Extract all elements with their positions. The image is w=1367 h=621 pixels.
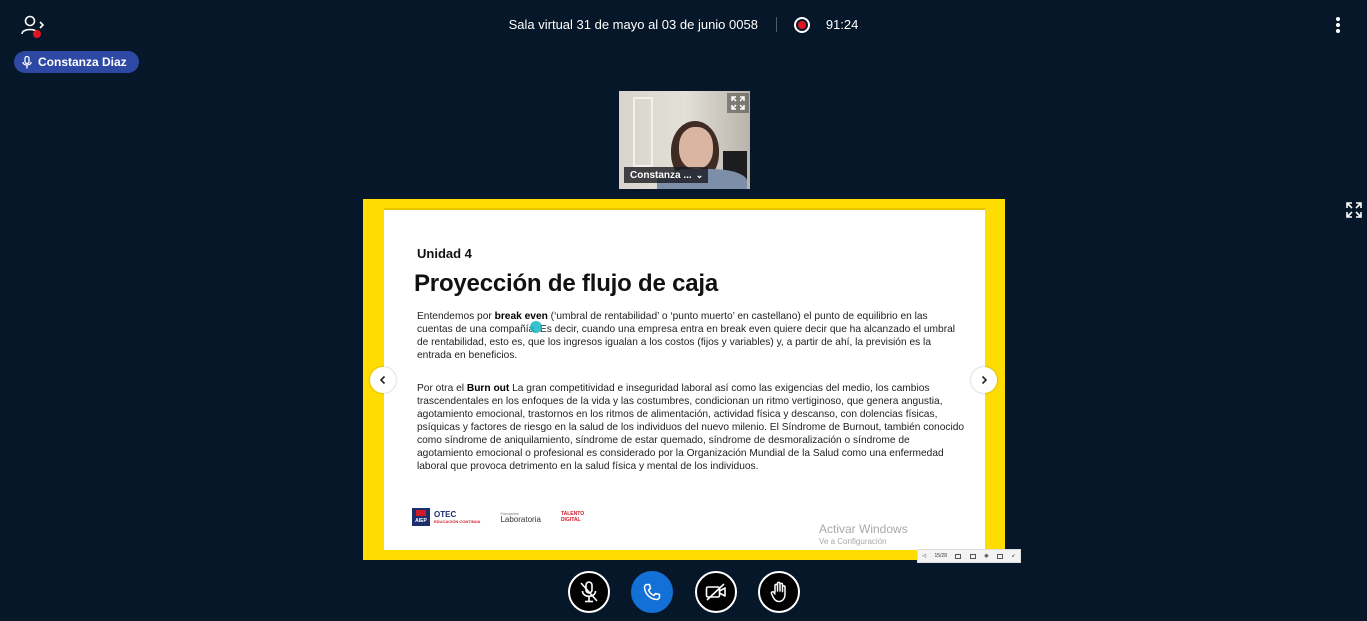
leave-audio-button[interactable] <box>631 571 673 613</box>
options-menu-button[interactable] <box>1330 16 1346 36</box>
divider <box>775 17 777 32</box>
previous-slide-button[interactable] <box>370 367 396 393</box>
recording-time: 91:24 <box>825 17 859 32</box>
screenshare-presentation: Unidad 4 Proyección de flujo de caja Ent… <box>363 199 1021 563</box>
otec-logo: OTEC EDUCACIÓN CONTINUA <box>434 509 481 524</box>
windows-activation-watermark: Activar Windows Ve a Configuración <box>819 522 908 546</box>
laboratoria-logo: Fundación Laboratoria <box>500 510 541 524</box>
raise-hand-button[interactable] <box>758 571 800 613</box>
talking-indicator[interactable]: Constanza Diaz <box>14 51 139 73</box>
microphone-off-icon <box>580 581 598 603</box>
presenter-pointer <box>530 321 542 333</box>
video-off-icon <box>705 583 726 601</box>
meeting-controls <box>0 571 1367 613</box>
audio-icon[interactable]: ◉ <box>984 553 988 559</box>
webcam-user-dropdown[interactable]: Constanza ... ⌄ <box>624 167 708 183</box>
hand-icon <box>770 581 786 603</box>
meeting-header: Sala virtual 31 de mayo al 03 de junio 0… <box>0 17 1367 33</box>
aiep-logo: AIEP <box>412 508 430 526</box>
slideshow-toolbar[interactable]: ◁ 15/28 ◉ ↙ <box>917 549 1021 563</box>
slide-title: Proyección de flujo de caja <box>414 270 719 297</box>
talker-name: Constanza Diaz <box>38 55 127 69</box>
talento-digital-logo: TALENTO DIGITAL <box>560 511 585 523</box>
slide-paragraph-break-even: Entendemos por break even (‘umbral de re… <box>417 311 956 361</box>
webcam-user-name: Constanza ... <box>630 169 692 181</box>
previous-slide-icon[interactable]: ◁ <box>922 553 926 559</box>
page-counter: 15/28 <box>934 553 947 559</box>
recording-indicator-icon[interactable] <box>794 17 811 33</box>
next-slide-button[interactable] <box>971 367 997 393</box>
phone-icon <box>643 583 661 601</box>
subtitle-icon[interactable] <box>997 553 1004 559</box>
room-title: Sala virtual 31 de mayo al 03 de junio 0… <box>508 17 758 32</box>
expand-icon <box>731 96 745 110</box>
mute-microphone-button[interactable] <box>568 571 610 613</box>
slide-logos: AIEP OTEC EDUCACIÓN CONTINUA Fundación Lab… <box>412 504 584 530</box>
top-bar: Sala virtual 31 de mayo al 03 de junio 0… <box>0 0 1367 52</box>
presentation-fullscreen-button[interactable] <box>1346 202 1364 220</box>
chevron-left-icon <box>379 375 386 385</box>
chevron-right-icon <box>981 375 988 385</box>
share-webcam-button[interactable] <box>695 571 737 613</box>
microphone-icon <box>22 55 32 68</box>
zoom-icon[interactable] <box>969 553 976 559</box>
kebab-icon <box>1336 17 1340 21</box>
slide-unit: Unidad 4 <box>417 246 472 261</box>
webcam-fullscreen-button[interactable] <box>727 93 749 113</box>
expand-icon <box>1346 202 1362 218</box>
chevron-down-icon: ⌄ <box>695 169 704 180</box>
slide: Unidad 4 Proyección de flujo de caja Ent… <box>384 208 1021 563</box>
exit-fullscreen-icon[interactable]: ↙ <box>1011 553 1015 559</box>
notes-icon[interactable] <box>955 553 962 559</box>
slide-paragraph-burn-out: Por otra el Burn out La gran competitivi… <box>417 383 965 472</box>
